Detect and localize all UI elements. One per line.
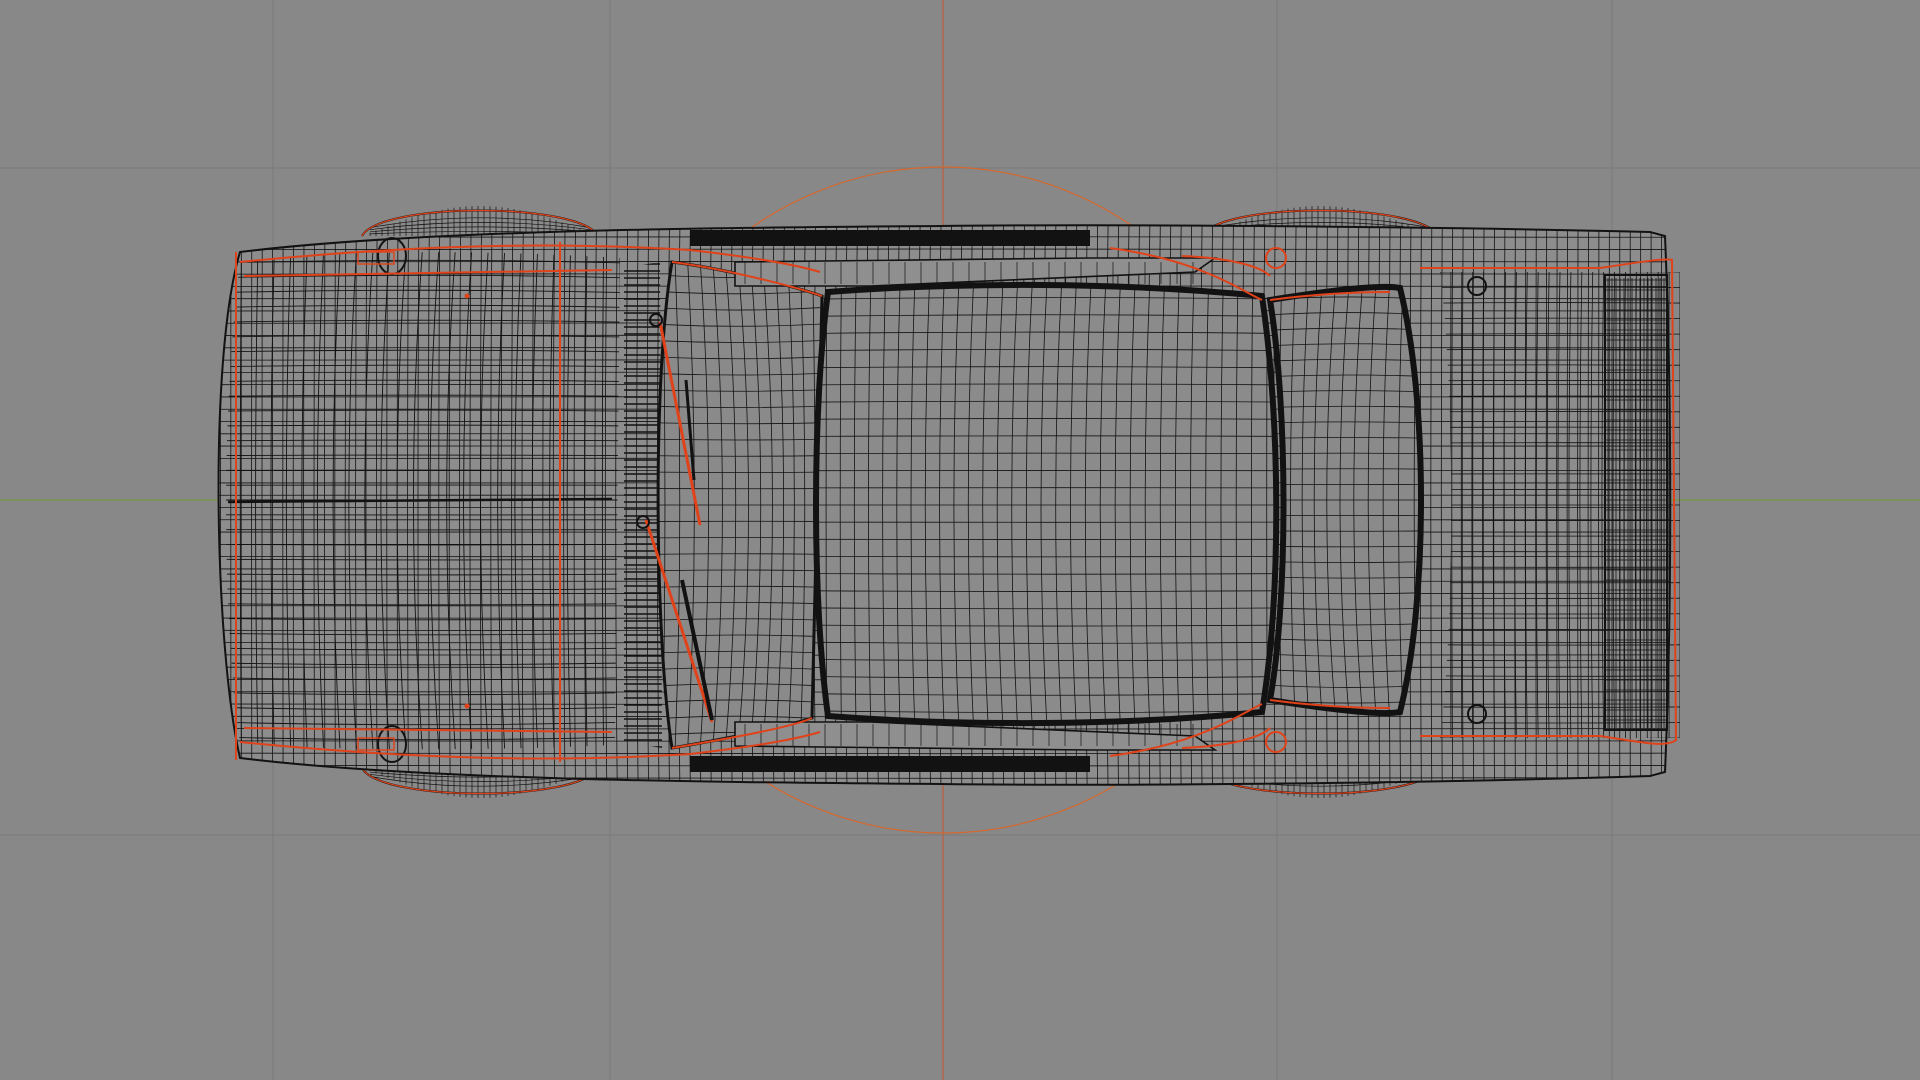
hood-pin-right [464,703,470,709]
3d-viewport[interactable] [0,0,1920,1080]
viewport-canvas[interactable] [0,0,1920,1080]
right-door-sill [690,756,1090,772]
hood-pin-left [464,293,470,299]
car-model[interactable] [210,206,1680,798]
left-door-sill [690,230,1090,246]
